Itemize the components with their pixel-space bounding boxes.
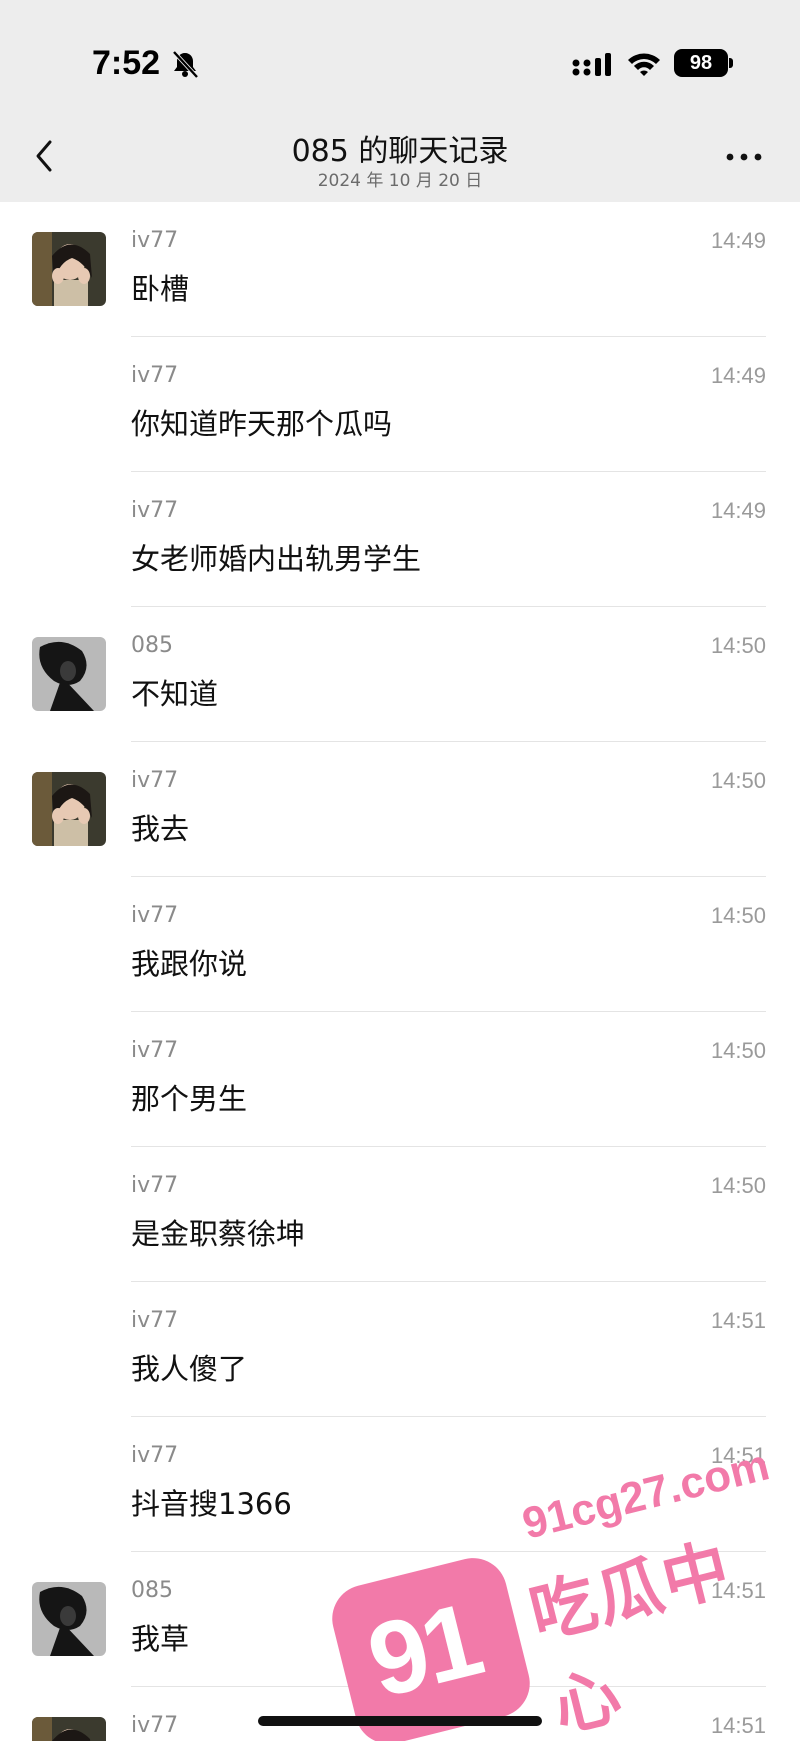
status-bar: 7:52 98 (0, 0, 800, 110)
message-item[interactable]: iv77 14:49 卧槽 (0, 202, 800, 337)
message-sender: 085 (131, 1578, 173, 1603)
message-time: 14:50 (710, 633, 766, 658)
message-item[interactable]: iv77 14:49 女老师婚内出轨男学生 (0, 472, 800, 607)
message-text: 我草 (131, 1622, 190, 1656)
message-text: 不知道 (131, 677, 219, 711)
message-sender: 085 (131, 633, 173, 658)
message-sender: iv77 (131, 1443, 179, 1468)
status-time: 7:52 (92, 44, 161, 82)
message-sender: iv77 (131, 228, 179, 253)
more-icon[interactable] (724, 150, 764, 164)
message-text: 是金职蔡徐坤 (131, 1217, 306, 1251)
message-time: 14:51 (710, 1308, 766, 1333)
message-time: 14:49 (710, 228, 766, 253)
message-sender: iv77 (131, 498, 179, 523)
message-text: 我去 (131, 812, 190, 846)
avatar[interactable] (32, 1717, 106, 1741)
page-subtitle: 2024 年 10 月 20 日 (317, 171, 483, 191)
message-text: 抖音搜1366 (131, 1487, 292, 1521)
message-item[interactable]: iv77 14:49 你知道昨天那个瓜吗 (0, 337, 800, 472)
home-indicator (258, 1716, 542, 1726)
avatar[interactable] (32, 772, 106, 846)
nav-bar: 085 的聊天记录 2024 年 10 月 20 日 (0, 110, 800, 202)
message-text: 我跟你说 (131, 947, 248, 981)
message-time: 14:50 (710, 1173, 766, 1198)
page-title: 085 的聊天记录 (291, 134, 509, 169)
message-sender: iv77 (131, 1038, 179, 1063)
message-item[interactable]: iv77 14:50 我跟你说 (0, 877, 800, 1012)
message-item[interactable]: iv77 14:50 我去 (0, 742, 800, 877)
message-text: 那个男生 (131, 1082, 248, 1116)
message-time: 14:50 (710, 768, 766, 793)
avatar[interactable] (32, 232, 106, 306)
message-sender: iv77 (131, 363, 179, 388)
message-sender: iv77 (131, 1173, 179, 1198)
avatar[interactable] (32, 1582, 106, 1656)
message-time: 14:50 (710, 903, 766, 928)
message-text: 卧槽 (131, 272, 190, 306)
wifi-icon (628, 53, 660, 76)
message-time: 14:50 (710, 1038, 766, 1063)
message-text: 你知道昨天那个瓜吗 (131, 407, 393, 441)
message-time: 14:49 (710, 498, 766, 523)
battery-tip (729, 58, 733, 68)
message-item[interactable]: iv77 14:50 是金职蔡徐坤 (0, 1147, 800, 1282)
message-item[interactable]: 085 14:50 不知道 (0, 607, 800, 742)
avatar[interactable] (32, 637, 106, 711)
signal-icon (572, 53, 611, 76)
message-sender: iv77 (131, 768, 179, 793)
message-sender: iv77 (131, 903, 179, 928)
bell-slash-icon (172, 50, 199, 79)
message-text: 我人傻了 (131, 1352, 248, 1386)
message-text: 女老师婚内出轨男学生 (131, 542, 422, 576)
battery-indicator: 98 (674, 49, 728, 77)
message-item[interactable]: iv77 14:50 那个男生 (0, 1012, 800, 1147)
message-sender: iv77 (131, 1308, 179, 1333)
message-time: 14:49 (710, 363, 766, 388)
message-sender: iv77 (131, 1713, 179, 1738)
watermark: 91 91cg27.com 吃瓜中心 (325, 1360, 800, 1741)
battery-level: 98 (689, 51, 713, 74)
